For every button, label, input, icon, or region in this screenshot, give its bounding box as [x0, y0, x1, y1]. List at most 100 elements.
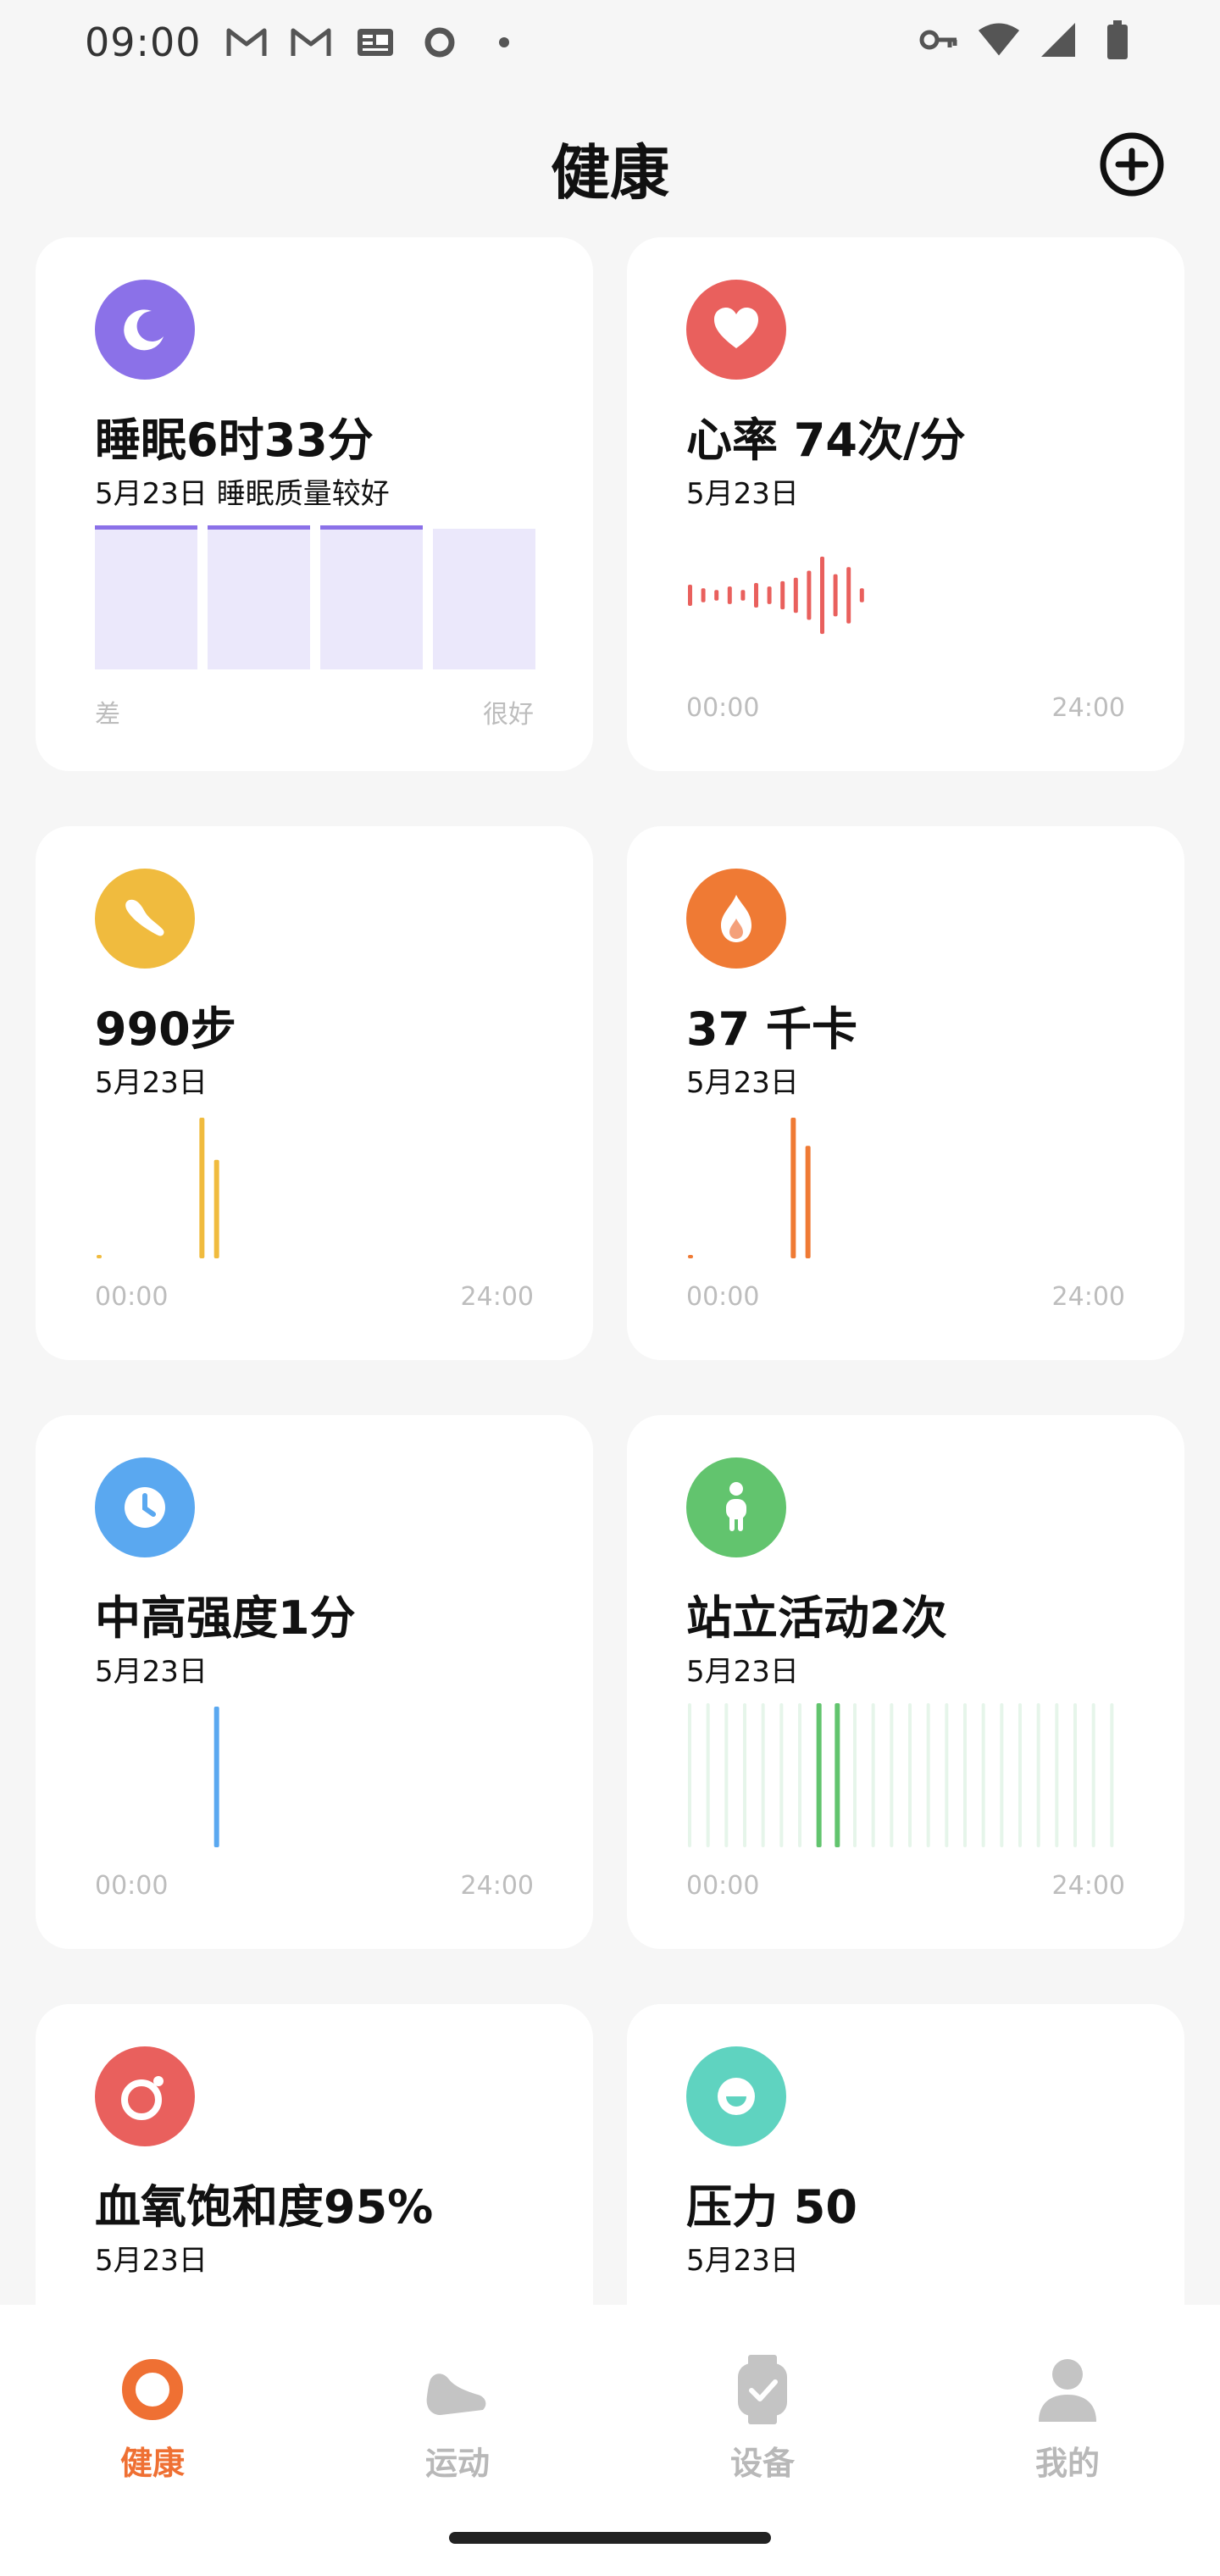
stand-card[interactable]: 站立活动2次 5月23日 00:00 24:00 — [627, 1415, 1184, 1949]
moon-icon — [124, 309, 164, 351]
header: 健康 — [0, 119, 1220, 208]
stand-slot — [945, 1703, 949, 1847]
stand-slot — [1036, 1703, 1040, 1847]
stand-metric: 站立活动2次 — [686, 1591, 947, 1645]
sleep-quality-top-line — [95, 525, 197, 530]
nav-item-device[interactable]: 设备 — [678, 2347, 847, 2484]
heart-rate-card[interactable]: 心率 74次/分 5月23日 00:00 24:00 — [627, 237, 1184, 771]
steps-metric: 990步 — [95, 1002, 236, 1056]
spo2-card[interactable]: 血氧饱和度95% 5月23日 — [36, 2004, 593, 2305]
smile-icon — [718, 2078, 755, 2115]
chart-bar — [820, 556, 824, 635]
chart-bar — [199, 1118, 205, 1258]
stand-slot — [926, 1703, 930, 1847]
stress-metric: 压力 50 — [686, 2180, 857, 2234]
stand-chart — [688, 1703, 1114, 1847]
axis-label-end: 24:00 — [1051, 1871, 1125, 1901]
axis-label-poor: 差 — [95, 700, 120, 730]
chart-bar — [214, 1159, 219, 1258]
stand-slot — [688, 1703, 691, 1847]
heart-rate-chart — [688, 556, 864, 635]
axis-label-start: 00:00 — [95, 1282, 169, 1312]
gmail-icon — [225, 21, 268, 64]
steps-date: 5月23日 — [95, 1066, 208, 1100]
chart-bar — [754, 582, 758, 608]
wifi-icon — [978, 19, 1020, 61]
signal-icon — [1037, 19, 1079, 61]
health-ring-icon — [110, 2347, 195, 2432]
dot-icon — [483, 21, 525, 64]
heart-rate-metric: 心率 74次/分 — [686, 414, 966, 467]
profile-icon — [1025, 2347, 1110, 2432]
stress-card[interactable]: 压力 50 5月23日 — [627, 2004, 1184, 2305]
stand-slot — [724, 1703, 729, 1847]
stand-slot — [761, 1703, 765, 1847]
axis-label-great: 很好 — [483, 700, 534, 730]
axis-label-end: 24:00 — [460, 1871, 534, 1901]
sleep-quality-top-line — [208, 525, 310, 530]
steps-icon-circle — [95, 869, 195, 969]
intensity-card[interactable]: 中高强度1分 5月23日 00:00 24:00 — [36, 1415, 593, 1949]
chart-bar — [859, 588, 864, 602]
stand-slot — [981, 1703, 985, 1847]
spo2-date: 5月23日 — [95, 2244, 208, 2278]
sleep-quality-segment — [208, 529, 310, 669]
chart-bar — [740, 590, 746, 601]
axis-label-start: 00:00 — [686, 1871, 760, 1901]
status-bar: 09:00 — [0, 0, 1220, 85]
stress-date: 5月23日 — [686, 2244, 799, 2278]
chart-bar — [790, 1118, 796, 1258]
calories-card[interactable]: 37 千卡 5月23日 00:00 24:00 — [627, 826, 1184, 1360]
chart-bar — [807, 570, 812, 620]
sleep-card[interactable]: 睡眠6时33分 5月23日 睡眠质量较好 差 很好 — [36, 237, 593, 771]
steps-chart — [97, 1118, 219, 1258]
gmail-icon — [290, 21, 332, 64]
news-icon — [354, 21, 396, 64]
chart-bar — [833, 574, 838, 617]
chart-bar — [780, 580, 785, 610]
stand-slot — [963, 1703, 967, 1847]
battery-icon — [1096, 19, 1139, 61]
axis-label-end: 24:00 — [1051, 693, 1125, 723]
clock-icon — [125, 1487, 165, 1528]
nav-item-health[interactable]: 健康 — [68, 2347, 237, 2484]
chart-bar — [688, 1255, 693, 1258]
circle-icon — [419, 21, 461, 64]
sleep-quality-segment — [95, 529, 197, 669]
axis-label-start: 00:00 — [686, 1282, 760, 1312]
stand-slot — [1055, 1703, 1059, 1847]
stand-slot — [706, 1703, 710, 1847]
add-button[interactable] — [1098, 130, 1166, 198]
sleep-date: 5月23日 睡眠质量较好 — [95, 477, 390, 511]
stand-slot — [1000, 1703, 1004, 1847]
nav-item-sport[interactable]: 运动 — [373, 2347, 542, 2484]
stand-slot — [853, 1703, 857, 1847]
chart-bar — [767, 586, 772, 604]
axis-label-start: 00:00 — [686, 693, 760, 723]
stand-slot — [908, 1703, 912, 1847]
steps-card[interactable]: 990步 5月23日 00:00 24:00 — [36, 826, 593, 1360]
chart-bar — [727, 586, 732, 604]
health-cards-grid: 睡眠6时33分 5月23日 睡眠质量较好 差 很好 心率 74次/分 5月23日… — [0, 237, 1220, 2305]
stand-slot — [871, 1703, 875, 1847]
chart-bar — [714, 590, 719, 601]
stand-slot — [1110, 1703, 1114, 1847]
axis-label-start: 00:00 — [95, 1871, 169, 1901]
nav-item-me[interactable]: 我的 — [983, 2347, 1152, 2484]
sneaker-icon — [415, 2347, 500, 2432]
nav-label-health: 健康 — [119, 2445, 185, 2482]
notification-icons — [225, 21, 525, 64]
person-icon — [726, 1482, 746, 1531]
system-icons — [918, 19, 1139, 61]
stand-slot-active — [835, 1703, 840, 1847]
stand-slot — [1018, 1703, 1022, 1847]
heart-rate-date: 5月23日 — [686, 477, 799, 511]
sleep-quality-segment — [433, 529, 535, 669]
intensity-metric: 中高强度1分 — [95, 1591, 356, 1645]
stand-slot — [779, 1703, 784, 1847]
stand-slot — [798, 1703, 801, 1847]
chart-bar — [214, 1707, 219, 1847]
watch-icon — [720, 2347, 805, 2432]
sleep-metric: 睡眠6时33分 — [95, 414, 374, 467]
home-indicator[interactable] — [449, 2532, 771, 2544]
